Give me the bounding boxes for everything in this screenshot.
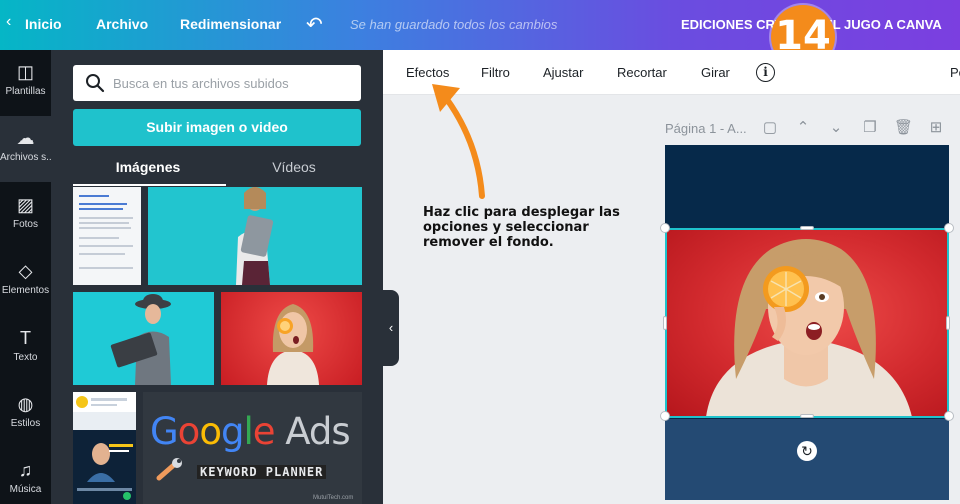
palette-icon: ◍ — [17, 394, 34, 414]
tutorial-instruction: Haz clic para desplegar las opciones y s… — [423, 205, 620, 250]
uploaded-image-document[interactable] — [73, 187, 141, 285]
resize-handle-top-left[interactable] — [660, 223, 670, 233]
uploaded-image-google-ads[interactable]: Google Ads KEYWORD PLANNER MutulTech.com — [143, 392, 362, 504]
resize-handle-bottom-left[interactable] — [660, 411, 670, 421]
collapse-panel-button[interactable]: ‹ — [383, 290, 399, 366]
text-icon: T — [20, 328, 31, 348]
undo-icon[interactable]: ↶ — [306, 12, 323, 37]
template-icon: ◫ — [16, 62, 34, 82]
google-ads-logo-text: Google Ads — [150, 410, 351, 453]
rail-item-styles[interactable]: ◍ Estilos — [0, 382, 51, 448]
add-page-icon[interactable]: ⊞ — [927, 119, 945, 137]
uploads-panel: Subir imagen o video Imágenes Vídeos — [51, 50, 383, 504]
chevron-up-icon[interactable]: ⌃ — [794, 119, 812, 137]
note-icon[interactable]: ▢ — [761, 119, 779, 137]
rotate-icon[interactable]: ↻ — [797, 441, 817, 461]
rail-label: Estilos — [10, 418, 41, 429]
position-button[interactable]: Po — [950, 65, 960, 80]
photo-hat-woman — [110, 294, 171, 385]
active-tab-indicator — [73, 184, 226, 186]
rail-item-elements[interactable]: ◇ Elementos — [0, 249, 51, 315]
upload-media-button[interactable]: Subir imagen o video — [73, 109, 361, 146]
selection-outline — [665, 228, 949, 418]
back-chevron-icon[interactable]: ‹ — [6, 13, 11, 31]
uploaded-image-marketing-post[interactable] — [73, 392, 136, 504]
info-icon[interactable]: i — [756, 63, 775, 82]
resize-handle-top-right[interactable] — [944, 223, 954, 233]
rail-label: Archivos s... — [0, 152, 51, 163]
flip-button[interactable]: Girar — [701, 65, 730, 80]
rail-item-uploads[interactable]: ☁ Archivos s... — [0, 116, 51, 182]
elements-icon: ◇ — [18, 261, 33, 281]
rail-label: Música — [9, 484, 42, 495]
resize-handle-left[interactable] — [663, 316, 667, 330]
cloud-upload-icon: ☁ — [16, 128, 35, 148]
resize-handle-bottom[interactable] — [800, 414, 814, 418]
rail-item-photos[interactable]: ▨ Fotos — [0, 183, 51, 249]
image-credit: MutulTech.com — [313, 495, 354, 501]
keyword-planner-label: KEYWORD PLANNER — [197, 465, 327, 479]
photo-laptop-woman — [236, 187, 274, 285]
tab-images[interactable]: Imágenes — [73, 159, 223, 175]
trash-icon[interactable]: 🗑 — [894, 119, 913, 137]
rail-item-text[interactable]: T Texto — [0, 316, 51, 382]
uploaded-image-laptop-woman[interactable] — [148, 187, 362, 285]
uploaded-image-hat-woman[interactable] — [73, 292, 214, 385]
page-title[interactable]: Página 1 - A... — [665, 121, 747, 136]
rail-item-templates[interactable]: ◫ Plantillas — [0, 50, 51, 116]
file-menu[interactable]: Archivo — [96, 16, 148, 32]
tab-videos[interactable]: Vídeos — [219, 159, 369, 175]
rail-label: Plantillas — [5, 86, 46, 97]
rail-label: Fotos — [12, 219, 38, 230]
tutorial-arrow-icon — [432, 84, 485, 199]
adjust-button[interactable]: Ajustar — [543, 65, 583, 80]
photo-marketing-post — [73, 392, 136, 504]
wrench-icon — [156, 458, 182, 481]
photo-orange-woman-small — [267, 304, 319, 385]
resize-handle-right[interactable] — [946, 316, 950, 330]
search-input[interactable] — [113, 65, 353, 101]
uploaded-image-orange-woman[interactable] — [221, 292, 362, 385]
chevron-down-icon[interactable]: ⌄ — [827, 119, 845, 137]
resize-handle-top[interactable] — [800, 226, 814, 230]
search-icon — [86, 74, 105, 93]
rail-label: Elementos — [1, 285, 50, 296]
resize-handle-bottom-right[interactable] — [944, 411, 954, 421]
photo-icon: ▨ — [16, 195, 34, 215]
resize-menu[interactable]: Redimensionar — [180, 16, 281, 32]
music-icon: ♫ — [18, 460, 33, 480]
search-box[interactable] — [73, 65, 361, 101]
left-rail: ◫ Plantillas ☁ Archivos s... ▨ Fotos ◇ E… — [0, 50, 51, 504]
save-status: Se han guardado todos los cambios — [350, 17, 558, 32]
rail-item-music[interactable]: ♫ Música — [0, 448, 51, 504]
duplicate-icon[interactable]: ❐ — [861, 119, 879, 137]
rail-label: Texto — [13, 352, 38, 363]
home-link[interactable]: Inicio — [25, 16, 62, 32]
crop-button[interactable]: Recortar — [617, 65, 667, 80]
